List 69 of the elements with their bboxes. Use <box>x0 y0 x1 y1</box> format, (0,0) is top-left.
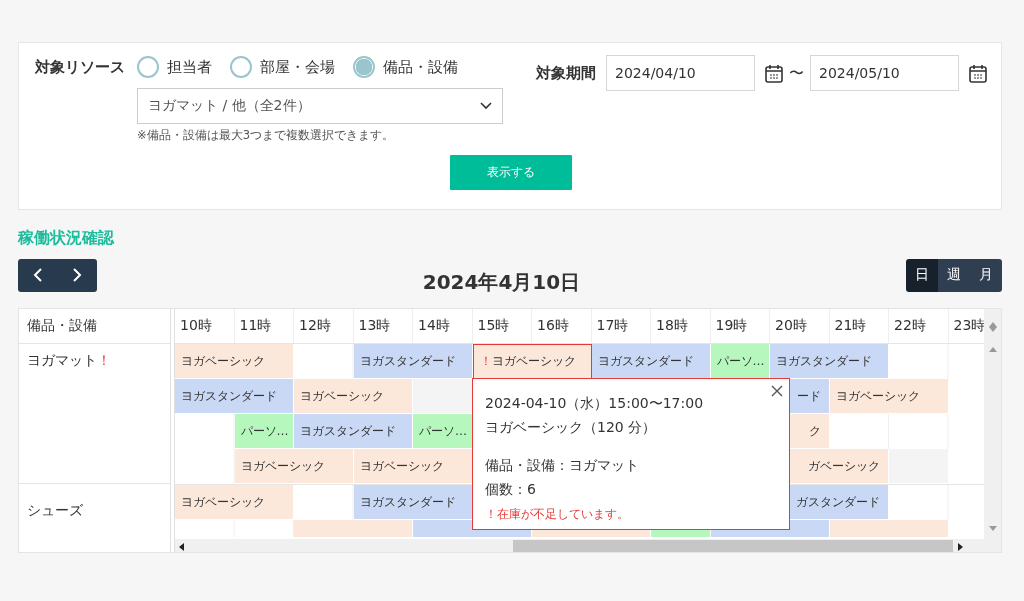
radio-label[interactable]: 担当者 <box>167 57 212 77</box>
booking-block[interactable]: ヨガスタンダード <box>770 344 889 379</box>
scroll-down-icon[interactable] <box>987 326 998 333</box>
radio-label[interactable]: 部屋・会場 <box>260 57 335 77</box>
resource-select[interactable]: ヨガマット / 他（全2件） <box>137 88 503 124</box>
booking-block[interactable]: ヨガスタンダード <box>591 344 711 379</box>
booking-block[interactable]: パーソ… <box>413 414 473 449</box>
close-icon[interactable] <box>771 385 783 397</box>
vertical-scrollbar[interactable] <box>984 309 1001 552</box>
radio-button[interactable] <box>230 56 252 78</box>
calendar-icon[interactable] <box>969 63 987 83</box>
hour-header: 12時 <box>299 317 331 335</box>
view-tab[interactable]: 日 <box>906 258 938 292</box>
radio-label[interactable]: 備品・設備 <box>383 57 458 77</box>
hour-header: 20時 <box>775 317 807 335</box>
hour-header: 22時 <box>894 317 926 335</box>
hour-header: 16時 <box>537 317 569 335</box>
chevron-right-icon <box>72 268 83 282</box>
resource-label: 対象リソース <box>35 57 125 77</box>
booking-block[interactable]: ！ヨガベーシック <box>472 344 592 379</box>
horizontal-scrollbar[interactable] <box>175 539 984 552</box>
date-to-field[interactable]: 2024/05/10 <box>810 55 959 91</box>
hour-header: 17時 <box>596 317 629 335</box>
unavailable-slot <box>889 449 949 484</box>
hint-text: ※備品・設備は最大3つまで複数選択できます。 <box>137 128 395 143</box>
booking-block[interactable]: ヨガスタンダード <box>175 379 294 414</box>
scroll-up-icon[interactable] <box>987 320 998 327</box>
popup-text: ヨガベーシック（120 分） <box>485 418 658 437</box>
date-title: 2024年4月10日 <box>422 268 581 296</box>
booking-block[interactable]: ヨガベーシック <box>175 485 294 520</box>
scroll-up-icon[interactable] <box>987 346 998 352</box>
booking-block[interactable]: ヨガベーシック <box>175 344 294 379</box>
booking-block[interactable]: パーソ… <box>710 344 770 379</box>
booking-block[interactable]: ヨガスタンダード <box>353 485 473 520</box>
radio-button[interactable] <box>353 56 375 78</box>
booking-block[interactable]: ヨガベーシック <box>234 449 354 484</box>
section-title: 稼働状況確認 <box>18 228 115 249</box>
hour-header: 21時 <box>834 317 867 335</box>
popup-text: 2024-04-10（水）15:00〜17:00 <box>485 394 705 413</box>
chevron-left-icon <box>32 268 43 282</box>
hour-header: 23時 <box>953 317 984 335</box>
booking-block[interactable]: ヨガベーシック <box>294 379 413 414</box>
range-separator: 〜 <box>789 63 804 83</box>
booking-block[interactable]: パーソ… <box>234 414 294 449</box>
scroll-down-icon[interactable] <box>987 526 998 532</box>
period-label: 対象期間 <box>536 63 596 83</box>
hour-header: 18時 <box>656 317 688 335</box>
popup-detail: 備品・設備：ヨガマット <box>485 456 640 475</box>
hour-header: 11時 <box>239 317 272 335</box>
hour-header: 13時 <box>358 317 391 335</box>
booking-block[interactable]: ヨガベーシック <box>353 449 473 484</box>
popup-detail: 個数：6 <box>485 480 537 499</box>
date-from-field[interactable]: 2024/04/10 <box>606 55 755 91</box>
hour-header: 14時 <box>418 317 450 335</box>
hour-header: 15時 <box>477 317 510 335</box>
booking-block[interactable]: ヨガベーシック <box>829 379 949 414</box>
chevron-down-icon <box>480 102 492 110</box>
booking-block[interactable]: ヨガスタンダード <box>353 344 473 379</box>
column-header: 備品・設備 <box>27 317 97 335</box>
hour-header: 10時 <box>180 317 212 335</box>
radio-button[interactable] <box>137 56 159 78</box>
calendar-icon[interactable] <box>765 63 783 83</box>
stock-warning: ！在庫が不足しています。 <box>485 506 630 523</box>
hour-header: 19時 <box>715 317 748 335</box>
view-tab[interactable]: 月 <box>970 258 1002 292</box>
resource-name: ヨガマット！ <box>27 352 111 368</box>
booking-block[interactable]: ヨガスタンダード <box>294 414 413 449</box>
view-tab[interactable]: 週 <box>938 258 970 292</box>
resource-name: シューズ <box>27 502 83 518</box>
